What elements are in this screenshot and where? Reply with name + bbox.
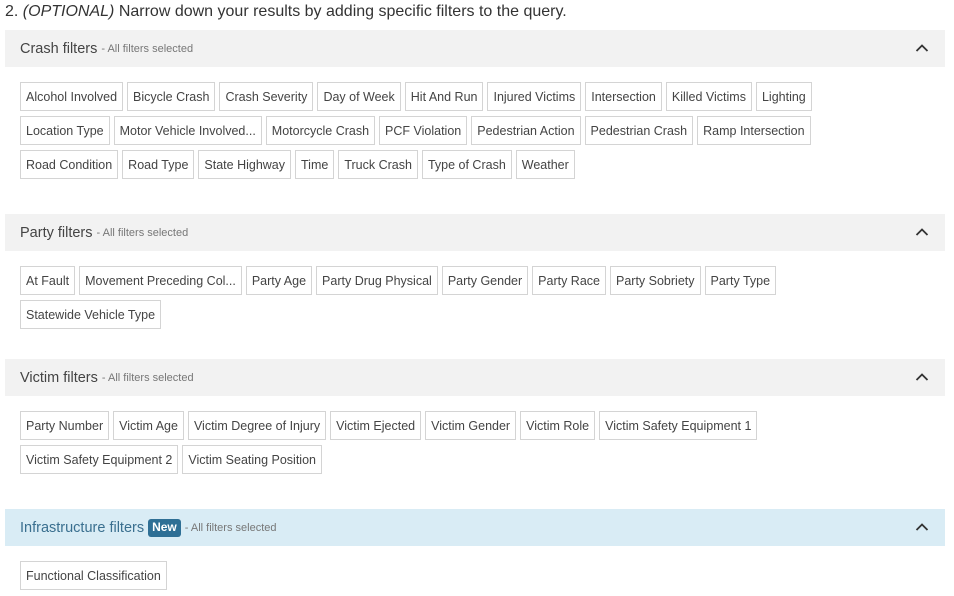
filter-chip[interactable]: Road Condition xyxy=(20,150,119,179)
filter-chip[interactable]: Victim Safety Equipment 1 xyxy=(599,411,758,440)
filter-chip[interactable]: Statewide Vehicle Type xyxy=(20,300,162,329)
chevron-up-icon[interactable] xyxy=(915,42,929,54)
filter-chip[interactable]: PCF Violation xyxy=(379,116,468,145)
filter-chip[interactable]: State Highway xyxy=(198,150,292,179)
new-badge: New xyxy=(148,518,181,537)
infrastructure-filter-chips: Functional Classification xyxy=(5,546,880,595)
filter-chip[interactable]: Road Type xyxy=(122,150,195,179)
filter-chip[interactable]: Motorcycle Crash xyxy=(265,116,376,145)
victim-filters-title: Victim filters xyxy=(20,369,98,386)
step-heading: 2. (OPTIONAL) Narrow down your results b… xyxy=(5,2,567,22)
chevron-up-icon[interactable] xyxy=(915,226,929,238)
party-filters-header[interactable]: Party filters - All filters selected xyxy=(5,214,945,251)
filter-chip[interactable]: Killed Victims xyxy=(665,82,752,111)
filter-chip[interactable]: Day of Week xyxy=(317,82,401,111)
filter-chip[interactable]: Ramp Intersection xyxy=(697,116,811,145)
filter-chip[interactable]: Party Age xyxy=(245,266,313,295)
crash-filters-header[interactable]: Crash filters - All filters selected xyxy=(5,30,945,67)
filter-chip[interactable]: Victim Safety Equipment 2 xyxy=(20,445,179,474)
filter-chip[interactable]: Movement Preceding Col... xyxy=(79,266,242,295)
step-number: 2. xyxy=(5,3,19,20)
crash-filter-chips: Alcohol Involved Bicycle Crash Crash Sever… xyxy=(5,67,880,184)
filter-chip[interactable]: Location Type xyxy=(20,116,110,145)
optional-label: (OPTIONAL) xyxy=(22,3,115,20)
filters-page: 2. (OPTIONAL) Narrow down your results b… xyxy=(0,0,954,596)
filter-chip[interactable]: Type of Crash xyxy=(421,150,512,179)
filter-chip[interactable]: Bicycle Crash xyxy=(127,82,216,111)
filter-chip[interactable]: Functional Classification xyxy=(20,561,167,590)
filter-chip[interactable]: Party Drug Physical xyxy=(316,266,438,295)
filter-chip[interactable]: Hit And Run xyxy=(404,82,484,111)
filter-chip[interactable]: Truck Crash xyxy=(338,150,418,179)
filter-chip[interactable]: Victim Age xyxy=(113,411,184,440)
party-filters-section: Party filters - All filters selected At … xyxy=(5,214,945,334)
crash-filters-title: Crash filters xyxy=(20,40,98,57)
filter-chip[interactable]: Intersection xyxy=(585,82,662,111)
victim-filters-section: Victim filters - All filters selected Pa… xyxy=(5,359,945,479)
infrastructure-filters-section: Infrastructure filters New - All filters… xyxy=(5,509,945,546)
filter-chip[interactable]: Victim Degree of Injury xyxy=(187,411,327,440)
crash-filters-subtitle: - All filters selected xyxy=(101,42,194,55)
party-filters-subtitle: - All filters selected xyxy=(96,226,189,239)
infrastructure-filters-header[interactable]: Infrastructure filters New - All filters… xyxy=(5,509,945,546)
victim-filters-subtitle: - All filters selected xyxy=(101,371,194,384)
filter-chip[interactable]: Party Sobriety xyxy=(610,266,701,295)
infrastructure-filters-subtitle: - All filters selected xyxy=(184,521,277,534)
filter-chip[interactable]: At Fault xyxy=(20,266,76,295)
infrastructure-filters-title: Infrastructure filters xyxy=(20,519,145,536)
filter-chip[interactable]: Weather xyxy=(515,150,575,179)
victim-filter-chips: Party Number Victim Age Victim Degree of I… xyxy=(5,396,880,479)
filter-chip[interactable]: Pedestrian Crash xyxy=(584,116,694,145)
filter-chip[interactable]: Crash Severity xyxy=(219,82,314,111)
filter-chip[interactable]: Motor Vehicle Involved... xyxy=(113,116,262,145)
victim-filters-header[interactable]: Victim filters - All filters selected xyxy=(5,359,945,396)
filter-chip[interactable]: Victim Seating Position xyxy=(182,445,322,474)
filter-chip[interactable]: Party Gender xyxy=(441,266,529,295)
filter-chip[interactable]: Time xyxy=(295,150,335,179)
filter-chip[interactable]: Injured Victims xyxy=(487,82,582,111)
filter-chip[interactable]: Victim Gender xyxy=(425,411,517,440)
party-filter-chips: At Fault Movement Preceding Col... Party A… xyxy=(5,251,880,334)
chevron-up-icon[interactable] xyxy=(915,371,929,383)
filter-chip[interactable]: Victim Role xyxy=(520,411,596,440)
filter-chip[interactable]: Alcohol Involved xyxy=(20,82,124,111)
filter-chip[interactable]: Lighting xyxy=(755,82,812,111)
filter-chip[interactable]: Party Type xyxy=(704,266,777,295)
party-filters-title: Party filters xyxy=(20,224,93,241)
filter-chip[interactable]: Victim Ejected xyxy=(330,411,422,440)
filter-chip[interactable]: Pedestrian Action xyxy=(471,116,581,145)
chevron-up-icon[interactable] xyxy=(915,521,929,533)
filter-chip[interactable]: Party Number xyxy=(20,411,110,440)
filter-chip[interactable]: Party Race xyxy=(532,266,606,295)
crash-filters-section: Crash filters - All filters selected Alc… xyxy=(5,30,945,184)
step-text: Narrow down your results by adding speci… xyxy=(118,3,567,20)
